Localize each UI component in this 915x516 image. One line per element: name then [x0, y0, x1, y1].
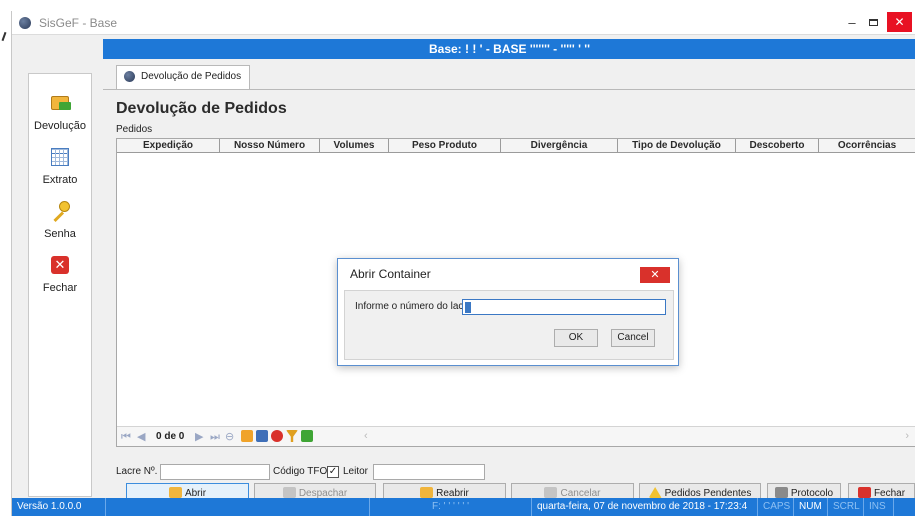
- leitor-field[interactable]: [373, 464, 485, 480]
- delete-record-icon[interactable]: ⊖: [225, 431, 234, 443]
- status-bar: Versão 1.0.0.0 F: ' ' ' ' ' ' quarta-fei…: [12, 498, 915, 516]
- nav-item-label: Fechar: [42, 282, 78, 294]
- close-square-icon: ✕: [49, 254, 71, 276]
- save-icon[interactable]: [256, 430, 268, 442]
- column-header[interactable]: Descoberto: [736, 139, 819, 153]
- text-cursor: [465, 302, 471, 313]
- leitor-checkbox[interactable]: ✓: [327, 466, 339, 478]
- ins-indicator: INS: [864, 498, 894, 516]
- column-header[interactable]: Nosso Número: [220, 139, 320, 153]
- caps-indicator: CAPS: [758, 498, 794, 516]
- title-bar: SisGeF - Base – ✕: [12, 11, 915, 35]
- maximize-icon: [869, 19, 878, 26]
- tab-strip: Devolução de Pedidos: [103, 65, 915, 89]
- dialog-body: Informe o número do lacre OK Cancel: [344, 290, 674, 360]
- minimize-button[interactable]: –: [842, 15, 862, 31]
- nav-item-devolucao[interactable]: Devolução: [29, 92, 91, 132]
- left-nav: Devolução Extrato Senha ✕ Fechar: [28, 73, 92, 497]
- column-header[interactable]: Tipo de Devolução: [618, 139, 736, 153]
- key-icon: [49, 200, 71, 223]
- version-label: Versão 1.0.0.0: [12, 498, 106, 516]
- user-label: F: ' ' ' ' ' ': [370, 498, 532, 516]
- lacre-number-input[interactable]: [462, 299, 666, 315]
- status-empty-cell: [106, 498, 370, 516]
- window-title: SisGeF - Base: [39, 16, 118, 30]
- edit-icon[interactable]: [241, 430, 253, 442]
- nav-item-senha[interactable]: Senha: [29, 200, 91, 240]
- abrir-container-dialog: Abrir Container ✕ Informe o número do la…: [337, 258, 679, 366]
- folder-arrow-icon: [49, 92, 71, 114]
- nav-item-extrato[interactable]: Extrato: [29, 146, 91, 186]
- cancel-icon: [544, 487, 558, 498]
- column-header[interactable]: Peso Produto: [389, 139, 501, 153]
- scrl-indicator: SCRL: [828, 498, 864, 516]
- grid-header: Expedição Nosso Número Volumes Peso Prod…: [117, 139, 915, 153]
- base-header: Base: ! ! ' - BASE ''''''' - ''''' ' '': [103, 39, 915, 59]
- codigo-tfo-label: Código TFO: [273, 466, 328, 477]
- nav-item-fechar[interactable]: ✕ Fechar: [29, 254, 91, 294]
- cancel-button[interactable]: Cancel: [611, 329, 655, 347]
- maximize-button[interactable]: [864, 15, 884, 31]
- reopen-icon: [420, 487, 434, 498]
- filter-icon[interactable]: [286, 430, 298, 442]
- close-square-icon: [857, 487, 871, 498]
- tab-label: Devolução de Pedidos: [141, 71, 242, 82]
- dialog-close-button[interactable]: ✕: [640, 267, 670, 283]
- scroll-left-icon[interactable]: ‹: [364, 430, 368, 442]
- scroll-right-icon[interactable]: ›: [905, 430, 909, 442]
- num-indicator: NUM: [794, 498, 828, 516]
- last-record-icon[interactable]: ⏭: [210, 431, 220, 443]
- nav-item-label: Extrato: [42, 174, 78, 186]
- column-header[interactable]: Divergência: [501, 139, 618, 153]
- page-title: Devolução de Pedidos: [116, 100, 287, 117]
- next-record-icon[interactable]: ▶: [195, 431, 203, 443]
- printer-icon: [774, 487, 788, 498]
- lacre-field[interactable]: [160, 464, 270, 480]
- lacre-prompt-label: Informe o número do lacre: [355, 301, 473, 312]
- grid-navigator: ⏮ ◀ 0 de 0 ▶ ⏭ ⊖ ‹ ›: [117, 426, 915, 446]
- column-header[interactable]: Ocorrências: [819, 139, 915, 153]
- record-counter: 0 de 0: [156, 431, 185, 442]
- leitor-label: Leitor: [343, 466, 369, 477]
- export-icon[interactable]: [301, 430, 313, 442]
- section-label: Pedidos: [116, 124, 153, 135]
- first-record-icon[interactable]: ⏮: [121, 431, 131, 443]
- grid-icon: [49, 146, 71, 168]
- close-window-button[interactable]: ✕: [887, 12, 912, 32]
- dialog-title: Abrir Container: [350, 267, 431, 281]
- prev-record-icon[interactable]: ◀: [137, 431, 145, 443]
- datetime-label: quarta-feira, 07 de novembro de 2018 - 1…: [532, 498, 758, 516]
- nav-item-label: Senha: [44, 228, 76, 240]
- app-logo-icon: [124, 71, 135, 82]
- tab-devolucao-pedidos[interactable]: Devolução de Pedidos: [116, 65, 251, 89]
- ok-button[interactable]: OK: [554, 329, 598, 347]
- dispatch-icon: [282, 487, 296, 498]
- app-logo-icon: [19, 17, 31, 29]
- open-container-icon: [168, 487, 182, 498]
- nav-item-label: Devolução: [34, 120, 86, 132]
- lacre-label: Lacre Nº.: [116, 466, 158, 477]
- column-header[interactable]: Volumes: [320, 139, 389, 153]
- column-header[interactable]: Expedição: [117, 139, 220, 153]
- warning-icon: [648, 487, 662, 498]
- stray-mark: [1, 31, 7, 42]
- cancel-edit-icon[interactable]: [271, 430, 283, 442]
